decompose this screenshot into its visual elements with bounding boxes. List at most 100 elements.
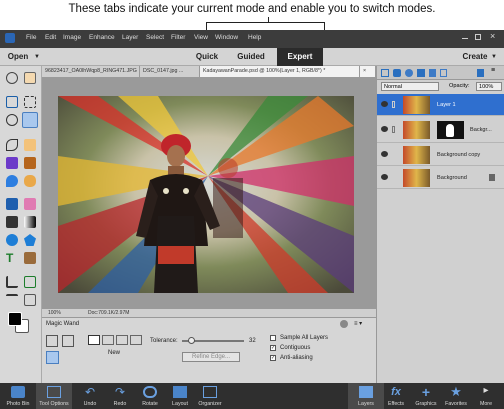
effects-icon: fx	[391, 386, 401, 398]
hand-tool-icon[interactable]	[24, 72, 36, 84]
selection-add-icon[interactable]	[102, 335, 114, 345]
open-dropdown-icon[interactable]: ▼	[34, 48, 40, 66]
menu-image[interactable]: Image	[63, 34, 81, 41]
zoom-tool-icon[interactable]	[6, 72, 18, 84]
straighten-tool-icon[interactable]	[6, 294, 18, 306]
menu-enhance[interactable]: Enhance	[89, 34, 115, 41]
marquee-tool-icon[interactable]	[24, 96, 36, 108]
menu-edit[interactable]: Edit	[45, 34, 56, 41]
layer-row-layer1[interactable]: Layer 1	[377, 94, 504, 116]
maximize-icon[interactable]	[475, 34, 481, 40]
eye-icon[interactable]	[381, 151, 388, 157]
eye-tool-icon[interactable]	[6, 139, 18, 151]
clone-stamp-icon[interactable]	[24, 157, 36, 169]
new-group-icon[interactable]	[393, 69, 401, 77]
eye-icon[interactable]	[381, 174, 388, 180]
spot-healing-icon[interactable]	[24, 139, 36, 151]
refine-edge-button[interactable]: Refine Edge...	[182, 352, 240, 362]
magic-wand-icon[interactable]	[46, 351, 59, 364]
menu-view[interactable]: View	[194, 34, 208, 41]
anti-aliasing-checkbox[interactable]: ✓	[270, 355, 276, 361]
image-canvas[interactable]	[58, 96, 354, 293]
foreground-color-icon[interactable]	[8, 312, 22, 326]
menu-help[interactable]: Help	[248, 34, 261, 41]
app-logo-icon	[5, 33, 15, 43]
crop-tool-icon[interactable]	[6, 276, 18, 288]
caption-area: These tabs indicate your current mode an…	[0, 0, 504, 49]
doc-tab-active[interactable]: KadayawanParade.psd @ 100%(Layer 1, RGB/…	[200, 66, 360, 77]
quick-select-icon[interactable]	[46, 335, 58, 347]
selection-intersect-icon[interactable]	[130, 335, 142, 345]
brush-tool-icon[interactable]	[6, 198, 18, 210]
tab-quick[interactable]: Quick	[188, 48, 226, 66]
recompose-tool-icon[interactable]	[24, 276, 36, 288]
minimize-icon[interactable]	[462, 38, 468, 39]
blur-tool-icon[interactable]	[6, 175, 18, 187]
adjustment-layer-icon[interactable]	[405, 69, 413, 77]
create-dropdown-icon[interactable]: ▼	[491, 48, 497, 66]
sample-all-layers-checkbox[interactable]	[270, 335, 276, 341]
gradient-tool-icon[interactable]	[24, 216, 36, 228]
move-tool-icon[interactable]	[6, 96, 18, 108]
lock-icon[interactable]	[429, 69, 436, 77]
new-label: New	[108, 350, 121, 356]
open-button[interactable]: Open	[6, 48, 30, 66]
shape-tool-icon[interactable]	[6, 234, 18, 246]
doc-tab-2[interactable]: DSC_0147.jpg ...	[140, 66, 200, 77]
help-icon[interactable]	[340, 320, 348, 328]
delete-layer-icon[interactable]	[477, 69, 484, 77]
photo-bin-button[interactable]: Photo Bin	[0, 383, 36, 409]
sample-all-layers-label: Sample All Layers	[280, 335, 329, 341]
toolbox: T	[0, 66, 42, 383]
layer-mask-thumbnail	[437, 121, 464, 139]
selection-subtract-icon[interactable]	[116, 335, 128, 345]
close-icon[interactable]: ×	[490, 31, 495, 41]
eraser-tool-icon[interactable]	[24, 198, 36, 210]
selection-brush-icon[interactable]	[62, 335, 74, 347]
pencil-tool-icon[interactable]	[24, 252, 36, 264]
eye-icon[interactable]	[381, 101, 388, 107]
content-move-icon[interactable]	[24, 294, 36, 306]
lock-all-icon[interactable]	[440, 69, 447, 77]
lasso-tool-icon[interactable]	[6, 114, 18, 126]
layer-mask-icon[interactable]	[417, 69, 425, 77]
opacity-field[interactable]: 100%	[476, 82, 502, 91]
menu-select[interactable]: Select	[146, 34, 164, 41]
link-icon[interactable]	[392, 126, 395, 133]
menu-file[interactable]: File	[26, 34, 36, 41]
tab-expert[interactable]: Expert	[277, 48, 323, 66]
paint-bucket-icon[interactable]	[6, 216, 18, 228]
organizer-button[interactable]: Organizer	[192, 383, 228, 409]
type-tool-icon[interactable]: T	[6, 252, 18, 264]
doc-size-readout: Doc:709.1K/2.97M	[88, 310, 130, 316]
smart-brush-icon[interactable]	[6, 157, 18, 169]
tool-options-button[interactable]: Tool Options	[36, 383, 72, 409]
menu-layer[interactable]: Layer	[122, 34, 138, 41]
layer-row-background-copy[interactable]: Background copy	[377, 144, 504, 166]
contiguous-checkbox[interactable]: ✓	[270, 345, 276, 351]
sponge-tool-icon[interactable]	[24, 175, 36, 187]
create-button[interactable]: Create	[460, 48, 490, 66]
tab-guided[interactable]: Guided	[230, 48, 272, 66]
menu-filter[interactable]: Filter	[171, 34, 185, 41]
custom-shape-icon[interactable]	[24, 234, 36, 246]
blend-mode-value: Normal	[384, 84, 403, 90]
panel-menu-icon[interactable]: ≡ ▾	[354, 320, 362, 327]
tolerance-slider-thumb[interactable]	[188, 337, 195, 344]
mode-bar: Open ▼ Quick Guided Expert Create ▼	[0, 48, 504, 66]
rotate-icon	[143, 386, 157, 398]
zoom-readout: 100%	[48, 310, 61, 316]
menu-window[interactable]: Window	[215, 34, 238, 41]
doc-tab-1[interactable]: 96823417_OA0lhWqp8_RING471.JPG	[42, 66, 140, 77]
new-layer-icon[interactable]	[381, 69, 389, 77]
layer-row-background-masked[interactable]: Backgr...	[377, 117, 504, 143]
layer-row-background[interactable]: Background	[377, 167, 504, 189]
doc-tab-close-icon[interactable]: ×	[360, 66, 376, 77]
panel-options-icon[interactable]: ≡	[491, 67, 495, 74]
link-icon[interactable]	[392, 101, 395, 108]
blend-mode-select[interactable]: Normal	[381, 82, 439, 91]
selection-new-icon[interactable]	[88, 335, 100, 345]
magic-wand-tool-icon[interactable]	[22, 112, 38, 128]
more-button[interactable]: ▸ More	[468, 383, 504, 409]
eye-icon[interactable]	[381, 126, 388, 132]
